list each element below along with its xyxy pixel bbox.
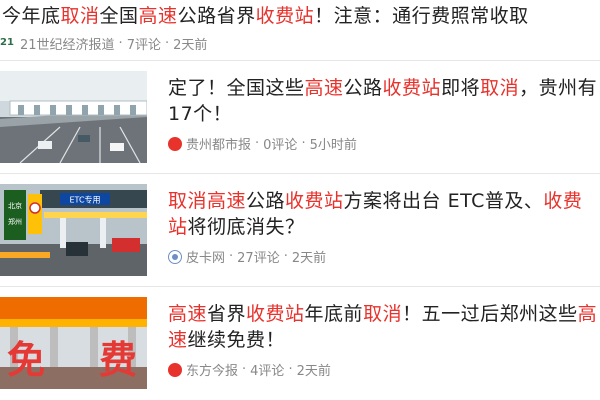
title-text: ！五一过后郑州这些 (402, 303, 578, 325)
title-text: ！注意：通行费照常收取 (314, 5, 529, 27)
banner-char-fei: 费 (99, 338, 137, 382)
publish-time: 5小时前 (309, 138, 357, 153)
news-meta: 21 21世纪经济报道 · 7评论 · 2天前 (0, 33, 207, 53)
etc-toll-gate-image[interactable]: ETC专用 北京 郑州 (0, 184, 147, 276)
title-text: 省界 (207, 303, 247, 325)
title-keyword: 收费站 (255, 5, 315, 27)
news-title[interactable]: 高速省界收费站年底前取消！五一过后郑州这些高速继续免费！ (168, 301, 600, 353)
title-text: 即将 (441, 77, 481, 99)
divider (0, 60, 600, 61)
source-logo-icon (168, 362, 182, 377)
comment-count: 4评论 (250, 364, 285, 379)
source-logo-icon (168, 249, 182, 264)
comment-count: 0评论 (263, 138, 298, 153)
divider (0, 173, 600, 174)
title-keyword: 高速 (304, 77, 344, 99)
publish-time: 2天前 (296, 364, 331, 379)
divider (0, 286, 600, 287)
road-sign-zhengzhou: 郑州 (8, 218, 22, 226)
source-name[interactable]: 东方今报 (186, 360, 238, 379)
news-item[interactable]: 今年底取消全国高速公路省界收费站！注意：通行费照常收取 21 21世纪经济报道 … (0, 0, 600, 58)
title-text: 公路 (246, 190, 286, 212)
news-meta: 东方今报 · 4评论 · 2天前 (168, 360, 331, 379)
title-text: 年底前 (304, 303, 364, 325)
news-title[interactable]: 取消高速公路收费站方案将出台 ETC普及、收费站将彻底消失？ (168, 188, 600, 240)
source-logo-21-icon: 21 (0, 37, 14, 48)
title-text: 今年底 (2, 5, 61, 27)
etc-sign-label: ETC专用 (69, 195, 100, 205)
separator-dot: · (118, 35, 123, 51)
comment-count: 7评论 (126, 37, 161, 53)
title-text: 公路 (343, 77, 383, 99)
title-keyword: 高速 (138, 5, 178, 27)
title-keyword: 收费站 (285, 190, 344, 212)
title-text: 公路省界 (177, 5, 256, 27)
news-title[interactable]: 定了！全国这些高速公路收费站即将取消，贵州有17个！ (168, 75, 600, 127)
title-keyword: 取消高速 (168, 190, 247, 212)
title-text: 全国 (99, 5, 139, 27)
title-keyword: 高速 (168, 303, 208, 325)
title-keyword: 收费站 (246, 303, 305, 325)
separator-dot: · (283, 249, 288, 264)
news-meta: 皮卡网 · 27评论 · 2天前 (168, 247, 326, 266)
free-toll-banner-image[interactable]: 免 费 (0, 297, 147, 389)
title-text: 定了！全国这些 (168, 77, 305, 99)
source-name[interactable]: 21世纪经济报道 (20, 34, 115, 53)
title-keyword: 取消 (60, 5, 100, 27)
title-keyword: 收费站 (382, 77, 442, 99)
separator-dot: · (288, 362, 293, 377)
news-item[interactable]: ETC专用 北京 郑州 取消高速公路收费站方案将出台 ETC普及、收费站将彻底消… (0, 176, 600, 286)
news-meta: 贵州都市报 · 0评论 · 5小时前 (168, 134, 357, 153)
source-name[interactable]: 皮卡网 (186, 247, 225, 266)
news-item[interactable]: 免 费 高速省界收费站年底前取消！五一过后郑州这些高速继续免费！ 东方今报 · … (0, 289, 600, 399)
road-sign-beijing: 北京 (8, 201, 22, 210)
source-name[interactable]: 贵州都市报 (186, 134, 251, 153)
separator-dot: · (242, 362, 247, 377)
title-text: 方案将出台 ETC普及、 (343, 190, 544, 212)
highway-toll-plaza-image[interactable] (0, 71, 147, 163)
source-logo-icon (168, 136, 182, 151)
banner-char-mian: 免 (7, 338, 45, 382)
publish-time: 2天前 (291, 251, 327, 266)
title-text: 将彻底消失？ (187, 216, 305, 238)
comment-count: 27评论 (237, 251, 280, 266)
news-item[interactable]: 定了！全国这些高速公路收费站即将取消，贵州有17个！ 贵州都市报 · 0评论 ·… (0, 63, 600, 173)
title-keyword: 取消 (363, 303, 403, 325)
separator-dot: · (164, 35, 170, 51)
publish-time: 2天前 (173, 37, 208, 53)
title-text: 继续免费！ (187, 329, 286, 351)
separator-dot: · (255, 136, 260, 151)
separator-dot: · (301, 136, 306, 151)
title-keyword: 取消 (480, 77, 520, 99)
news-title[interactable]: 今年底取消全国高速公路省界收费站！注意：通行费照常收取 (2, 3, 600, 29)
separator-dot: · (229, 249, 234, 264)
